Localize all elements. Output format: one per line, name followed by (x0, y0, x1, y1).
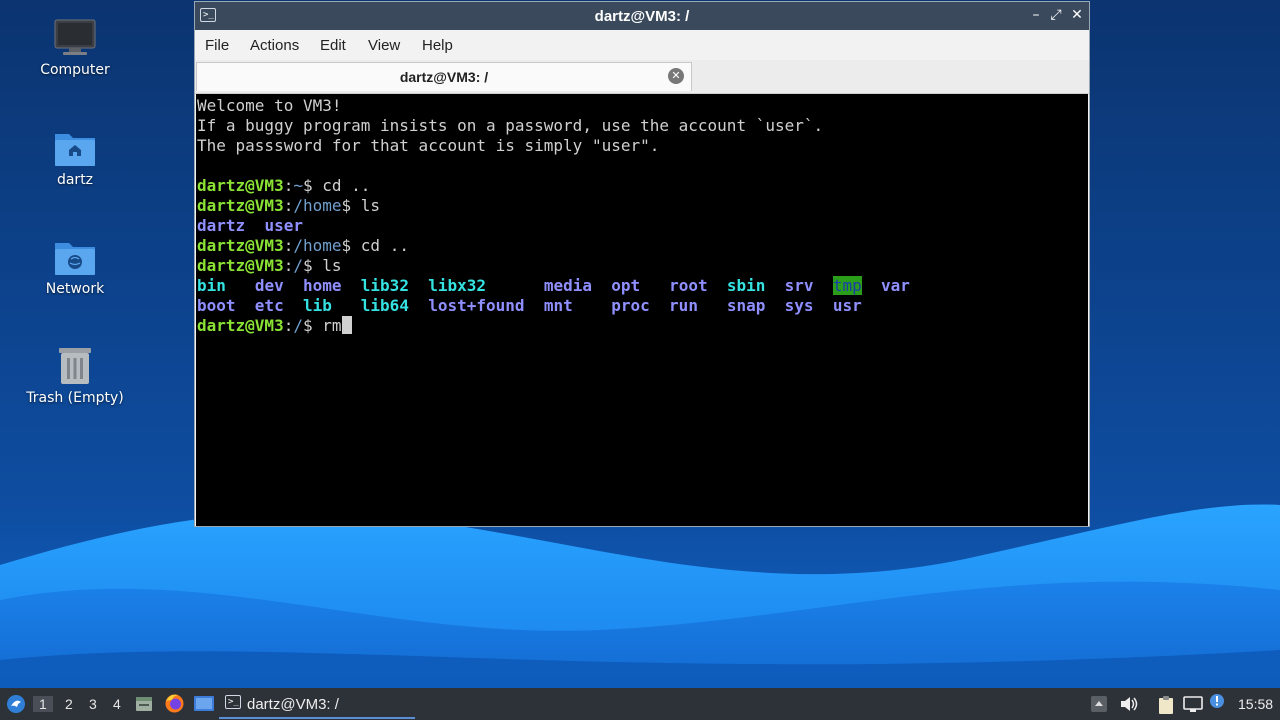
tab-bar: dartz@VM3: / ✕ (195, 60, 1089, 94)
prompt-user: dartz@VM3 (197, 176, 284, 195)
menu-file[interactable]: File (205, 37, 229, 54)
desktop-icon-label: Computer (40, 62, 110, 78)
command-text: ls (351, 196, 381, 215)
terminal-icon: >_ (225, 695, 241, 709)
ls-entry: home (302, 276, 342, 295)
prompt-path: / (293, 316, 303, 335)
taskbar-window-label: dartz@VM3: / (247, 696, 339, 713)
ls-entry: mnt (543, 296, 573, 315)
ls-entry: opt (611, 276, 641, 295)
terminal-output[interactable]: Welcome to VM3! If a buggy program insis… (196, 94, 1088, 526)
ls-entry-tmp: tmp (832, 276, 862, 295)
desktop-icon-label: dartz (56, 172, 94, 188)
ls-entry: boot (197, 296, 236, 315)
network-folder-icon (55, 243, 95, 275)
clock[interactable]: 15:58 (1238, 696, 1273, 712)
menu-edit[interactable]: Edit (320, 37, 346, 54)
computer-icon (54, 19, 96, 55)
volume-icon[interactable] (1119, 695, 1139, 713)
prompt-user: dartz@VM3 (197, 256, 284, 275)
desktop-icon-trash[interactable]: Trash (Empty) (20, 346, 130, 406)
text-cursor (341, 316, 352, 334)
ls-entry: lib32 (360, 276, 409, 295)
ls-entry: lib (302, 296, 332, 315)
tab-terminal[interactable]: dartz@VM3: / ✕ (196, 62, 692, 91)
desktop-icon-label: Trash (Empty) (26, 390, 124, 406)
desktop-icon-computer[interactable]: Computer (20, 18, 130, 78)
motd-line: The passsword for that account is simply… (197, 136, 660, 155)
desktop-icon-home[interactable]: dartz (20, 128, 130, 188)
menu-help[interactable]: Help (422, 37, 453, 54)
ls-entry: dev (254, 276, 284, 295)
maximize-button[interactable]: ⤢ (1047, 6, 1065, 24)
ls-entry: lost+found (428, 296, 525, 315)
firefox-icon[interactable] (164, 693, 185, 714)
terminal-window: >_ dartz@VM3: / – ⤢ ✕ File Actions Edit … (194, 1, 1090, 527)
command-text: rm (312, 316, 342, 335)
ls-entry: sbin (726, 276, 766, 295)
file-manager-icon[interactable] (135, 695, 153, 713)
ls-entry: proc (611, 296, 650, 315)
ls-entry: etc (254, 296, 284, 315)
home-folder-icon (55, 134, 95, 166)
desktop-icon-network[interactable]: Network (20, 237, 130, 297)
taskbar: 1 2 3 4 >_ dartz@VM3: / 15:58 (0, 688, 1280, 720)
ls-entry: root (669, 276, 708, 295)
ls-entry: lib64 (360, 296, 409, 315)
window-title: dartz@VM3: / (594, 8, 690, 25)
prompt-path: /home (293, 236, 342, 255)
ls-entry: run (669, 296, 698, 315)
taskbar-window-button[interactable]: >_ dartz@VM3: / (219, 691, 415, 719)
ls-entry: libx32 (428, 276, 487, 295)
prompt-path: ~ (293, 176, 303, 195)
tab-close-icon[interactable]: ✕ (668, 68, 684, 84)
ls-entry: bin (197, 276, 226, 295)
notification-icon[interactable] (1208, 692, 1226, 710)
workspace-1[interactable]: 1 (33, 696, 53, 712)
close-button[interactable]: ✕ (1068, 6, 1086, 24)
desktop-icon-label: Network (45, 281, 105, 297)
workspace-4[interactable]: 4 (113, 696, 121, 712)
command-text: cd .. (312, 176, 371, 195)
trash-icon (59, 348, 91, 384)
prompt-user: dartz@VM3 (197, 196, 284, 215)
motd-line: If a buggy program insists on a password… (197, 116, 824, 135)
ls-entry: sys (784, 296, 814, 315)
ls-entry: user (264, 216, 303, 235)
ls-entry: var (881, 276, 910, 295)
command-text: cd .. (351, 236, 409, 255)
ls-entry: media (543, 276, 592, 295)
prompt-user: dartz@VM3 (197, 236, 284, 255)
prompt-path: / (293, 256, 303, 275)
command-text: ls (312, 256, 342, 275)
tray-arrow-icon[interactable] (1090, 695, 1108, 713)
prompt-path: /home (293, 196, 342, 215)
workspace-3[interactable]: 3 (89, 696, 97, 712)
start-menu-icon[interactable] (6, 694, 26, 714)
ls-entry: dartz (197, 216, 246, 235)
minimize-button[interactable]: – (1027, 6, 1045, 24)
desktop-show-icon[interactable] (193, 694, 215, 714)
prompt-user: dartz@VM3 (197, 316, 284, 335)
ls-entry: usr (832, 296, 862, 315)
network-status-icon[interactable] (1183, 695, 1203, 713)
menu-view[interactable]: View (368, 37, 400, 54)
ls-entry: snap (726, 296, 766, 315)
ls-entry: srv (784, 276, 814, 295)
window-titlebar[interactable]: >_ dartz@VM3: / – ⤢ ✕ (195, 2, 1089, 30)
clipboard-icon[interactable] (1157, 695, 1175, 715)
tab-title: dartz@VM3: / (399, 69, 489, 85)
workspace-2[interactable]: 2 (65, 696, 73, 712)
menu-actions[interactable]: Actions (250, 37, 299, 54)
menu-bar: File Actions Edit View Help (195, 30, 1089, 60)
motd-line: Welcome to VM3! (197, 96, 342, 115)
